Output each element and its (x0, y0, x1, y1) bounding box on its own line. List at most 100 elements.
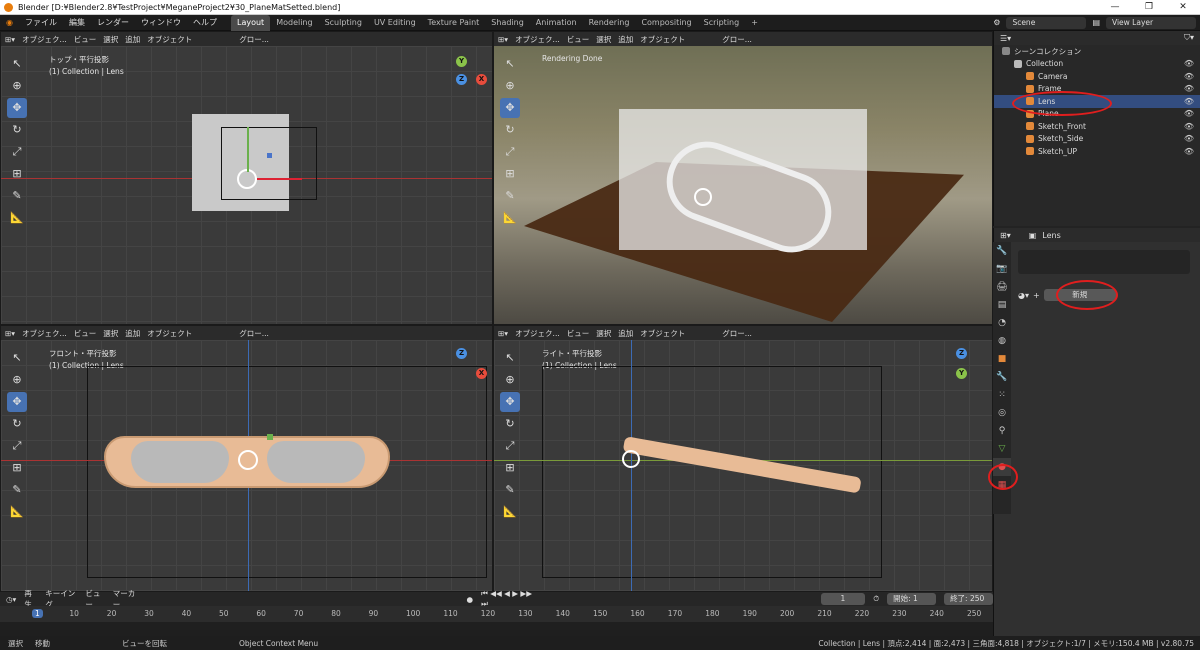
tab-modeling[interactable]: Modeling (270, 15, 318, 31)
orientation-select[interactable]: グロー... (239, 34, 269, 45)
outliner-item[interactable]: Frame 👁 (994, 83, 1200, 96)
eye-icon[interactable]: 👁 (1184, 97, 1194, 106)
transform-tool-icon[interactable]: ⊞ (500, 458, 520, 478)
editor-type-icon[interactable]: ⊞▾ (5, 329, 15, 338)
axis-z-icon[interactable]: Z (456, 74, 467, 85)
transform-tool-icon[interactable]: ⊞ (500, 164, 520, 184)
menu-select[interactable]: 選択 (103, 34, 118, 45)
blender-menu-icon[interactable]: ◉ (0, 15, 19, 31)
data-tab-icon[interactable]: ▽ (993, 440, 1011, 458)
cursor-tool-icon[interactable]: ⊕ (7, 370, 27, 390)
timeline-ruler[interactable]: 1 10 20 30 40 50 60 70 80 90 100 110 120 130 140 150 160… (0, 606, 993, 622)
select-tool-icon[interactable]: ↖ (500, 348, 520, 368)
editor-type-icon[interactable]: ⊞▾ (1000, 231, 1011, 240)
annotate-tool-icon[interactable]: ✎ (7, 480, 27, 500)
outliner-item[interactable]: Sketch_Front 👁 (994, 120, 1200, 133)
particles-tab-icon[interactable]: ⁙ (993, 386, 1011, 404)
tool-tab-icon[interactable]: 🔧 (993, 242, 1011, 260)
scene-collection-row[interactable]: シーンコレクション (994, 45, 1200, 58)
tab-rendering[interactable]: Rendering (583, 15, 636, 31)
add-icon[interactable]: + (1033, 291, 1040, 300)
editor-type-icon[interactable]: ⊞▾ (5, 35, 15, 44)
eye-icon[interactable]: 👁 (1184, 147, 1194, 156)
clock-icon[interactable]: ⏱ (873, 594, 879, 604)
gizmo-x-arrow[interactable] (257, 178, 302, 180)
menu-view[interactable]: ビュー (567, 34, 590, 45)
viewport-front[interactable]: ⊞▾ オブジェク... ビュー 選択 追加 オブジェクト グロー... フロント… (0, 325, 493, 592)
menu-window[interactable]: ウィンドウ (135, 15, 187, 31)
physics-tab-icon[interactable]: ◎ (993, 404, 1011, 422)
scale-tool-icon[interactable]: ⤢ (7, 436, 27, 456)
gizmo-y-arrow[interactable] (247, 127, 249, 172)
transform-gizmo[interactable] (622, 450, 640, 468)
eye-icon[interactable]: 👁 (1184, 72, 1194, 81)
move-tool-icon[interactable]: ✥ (500, 98, 520, 118)
cursor-tool-icon[interactable]: ⊕ (7, 76, 27, 96)
tab-compositing[interactable]: Compositing (635, 15, 697, 31)
axis-x-icon[interactable]: X (476, 368, 487, 379)
eye-icon[interactable]: 👁 (1184, 122, 1194, 131)
orientation-select[interactable]: グロー... (722, 328, 752, 339)
menu-file[interactable]: ファイル (19, 15, 63, 31)
menu-add[interactable]: 追加 (618, 328, 633, 339)
rotate-tool-icon[interactable]: ↻ (7, 414, 27, 434)
measure-tool-icon[interactable]: 📐 (7, 208, 27, 228)
tab-layout[interactable]: Layout (230, 14, 271, 31)
tab-texture-paint[interactable]: Texture Paint (422, 15, 486, 31)
menu-select[interactable]: 選択 (596, 34, 611, 45)
scene-tab-icon[interactable]: ◔ (993, 314, 1011, 332)
maximize-button[interactable]: ❐ (1132, 0, 1166, 15)
annotate-tool-icon[interactable]: ✎ (7, 186, 27, 206)
scene-field[interactable]: Scene (1006, 16, 1087, 29)
menu-object[interactable]: オブジェクト (147, 34, 192, 45)
annotate-tool-icon[interactable]: ✎ (500, 186, 520, 206)
transform-tool-icon[interactable]: ⊞ (7, 164, 27, 184)
editor-type-icon[interactable]: ◷▾ (6, 595, 16, 604)
transform-gizmo[interactable] (237, 169, 257, 189)
transform-gizmo[interactable] (238, 450, 258, 470)
menu-add[interactable]: 追加 (125, 328, 140, 339)
move-tool-icon[interactable]: ✥ (500, 392, 520, 412)
start-frame-field[interactable]: 開始: 1 (887, 593, 937, 605)
menu-select[interactable]: 選択 (596, 328, 611, 339)
menu-object[interactable]: オブジェクト (640, 328, 685, 339)
object-tab-icon[interactable]: ■ (993, 350, 1011, 368)
select-tool-icon[interactable]: ↖ (500, 54, 520, 74)
menu-add[interactable]: 追加 (125, 34, 140, 45)
mode-select[interactable]: オブジェク... (22, 34, 67, 45)
scale-tool-icon[interactable]: ⤢ (500, 436, 520, 456)
menu-help[interactable]: ヘルプ (187, 15, 223, 31)
view-layer-tab-icon[interactable]: ▤ (993, 296, 1011, 314)
rotate-tool-icon[interactable]: ↻ (7, 120, 27, 140)
tab-uv-editing[interactable]: UV Editing (368, 15, 422, 31)
menu-view[interactable]: ビュー (567, 328, 590, 339)
axis-y-icon[interactable]: Y (956, 368, 967, 379)
material-browse-icon[interactable]: ◕▾ (1018, 291, 1029, 300)
view-layer-field[interactable]: View Layer (1106, 16, 1196, 29)
menu-object[interactable]: オブジェクト (640, 34, 685, 45)
scale-tool-icon[interactable]: ⤢ (7, 142, 27, 162)
mode-select[interactable]: オブジェク... (515, 328, 560, 339)
transform-tool-icon[interactable]: ⊞ (7, 458, 27, 478)
eye-icon[interactable]: 👁 (1184, 59, 1194, 68)
transform-gizmo[interactable] (694, 188, 712, 206)
menu-object[interactable]: オブジェクト (147, 328, 192, 339)
add-workspace-button[interactable]: + (745, 15, 764, 31)
menu-view[interactable]: ビュー (74, 328, 97, 339)
menu-select[interactable]: 選択 (103, 328, 118, 339)
measure-tool-icon[interactable]: 📐 (7, 502, 27, 522)
orientation-select[interactable]: グロー... (239, 328, 269, 339)
eye-icon[interactable]: 👁 (1184, 134, 1194, 143)
menu-view[interactable]: ビュー (74, 34, 97, 45)
cursor-tool-icon[interactable]: ⊕ (500, 76, 520, 96)
move-tool-icon[interactable]: ✥ (7, 98, 27, 118)
tab-scripting[interactable]: Scripting (698, 15, 746, 31)
tab-animation[interactable]: Animation (530, 15, 583, 31)
rotate-tool-icon[interactable]: ↻ (500, 414, 520, 434)
gizmo-plane-handle[interactable] (267, 434, 273, 440)
editor-type-icon[interactable]: ⊞▾ (498, 329, 508, 338)
measure-tool-icon[interactable]: 📐 (500, 502, 520, 522)
outliner-item[interactable]: Sketch_UP 👁 (994, 145, 1200, 158)
menu-render[interactable]: レンダー (91, 15, 135, 31)
outliner-item[interactable]: Camera 👁 (994, 70, 1200, 83)
